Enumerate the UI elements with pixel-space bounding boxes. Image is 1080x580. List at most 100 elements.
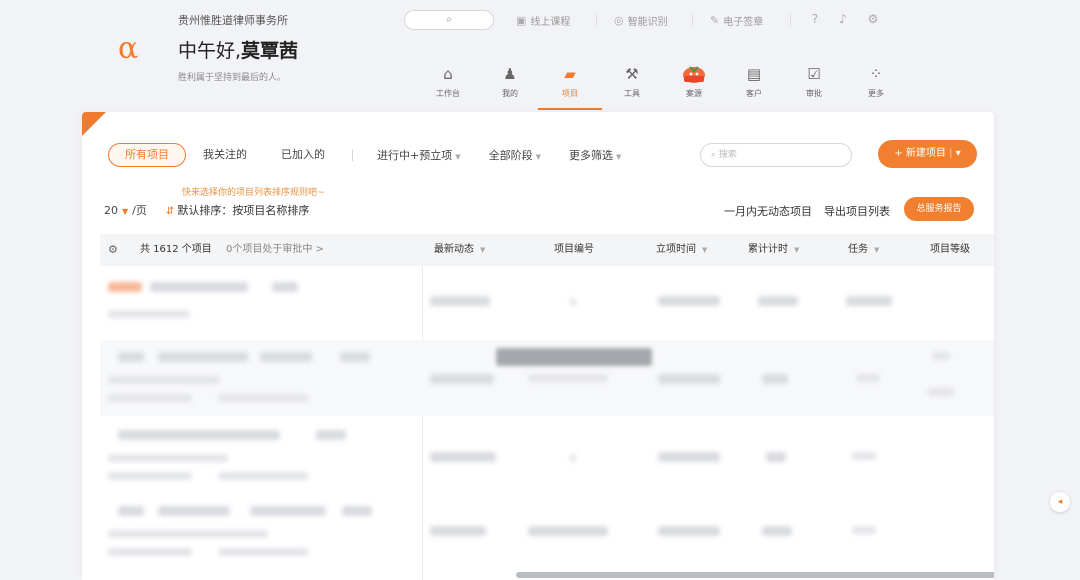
- top-bar: 贵州惟胜道律师事务所 α 中午好,莫覃茜 胜利属于坚持到最后的人。 ⌕ ▣ 线上…: [0, 0, 1080, 112]
- gear-icon: ⚙: [108, 243, 118, 256]
- blurred-text: [570, 298, 576, 306]
- blurred-text: [340, 352, 370, 362]
- tools-icon: ⚒: [625, 65, 639, 83]
- blurred-text: [218, 394, 308, 402]
- divider: [596, 14, 597, 26]
- blurred-text: [762, 374, 788, 384]
- col-label: 项目等级: [930, 244, 970, 255]
- no-activity-link[interactable]: 一月内无动态项目: [724, 203, 812, 219]
- col-label: 任务: [848, 244, 868, 255]
- blurred-text: [158, 506, 230, 516]
- nav-item-mine[interactable]: ♟ 我的: [486, 64, 534, 99]
- nav-label: 工具: [624, 89, 640, 98]
- tab-all-projects[interactable]: 所有项目: [108, 143, 186, 167]
- blurred-text: [316, 430, 346, 440]
- nav-item-projects[interactable]: ▰ 项目: [546, 64, 594, 99]
- motto: 胜利属于坚持到最后的人。: [178, 73, 287, 83]
- greeting-prefix: 中午好,: [178, 40, 242, 62]
- briefcase-icon: ▰: [564, 65, 576, 83]
- app-logo[interactable]: α: [118, 34, 138, 64]
- blurred-text: [766, 452, 786, 462]
- pending-approval-link[interactable]: 0个项目处于审批中 >: [226, 234, 324, 266]
- nav-item-clients[interactable]: ▤ 客户: [730, 64, 778, 99]
- col-total-time[interactable]: 累计计时 ▼: [748, 234, 799, 266]
- brain-icon: ◎: [614, 14, 624, 27]
- new-project-button[interactable]: + 新建项目 | ▾: [878, 140, 977, 168]
- blurred-text: [528, 374, 608, 382]
- nav-item-more[interactable]: ⁘ 更多: [852, 64, 900, 99]
- blurred-text: [852, 526, 876, 534]
- tab-joined[interactable]: 已加入的: [264, 143, 342, 167]
- blurred-text: [118, 506, 144, 516]
- corner-ribbon: [82, 112, 106, 136]
- divider: [692, 14, 693, 26]
- help-icon[interactable]: ?: [808, 12, 822, 26]
- export-link[interactable]: 导出项目列表: [824, 203, 890, 219]
- col-project-number: 项目编号: [554, 234, 594, 266]
- horizontal-scrollbar[interactable]: [516, 572, 994, 578]
- blurred-text: [158, 352, 248, 362]
- sort-caret-icon: ▼: [794, 246, 800, 254]
- project-list-card: 所有项目 我关注的 已加入的 进行中+预立项 ▼ 全部阶段 ▼ 更多筛选 ▼ ⌕ 搜索…: [82, 112, 994, 580]
- blurred-text: [108, 548, 192, 556]
- floating-action-button[interactable]: ◂: [1050, 492, 1070, 512]
- table-row[interactable]: [100, 492, 994, 572]
- nav-item-case-source[interactable]: 案源: [670, 64, 718, 99]
- stage-dropdown[interactable]: 全部阶段 ▼: [489, 147, 541, 163]
- util-smart-recognition[interactable]: ◎ 智能识别: [614, 13, 668, 28]
- bell-icon[interactable]: ♪: [836, 12, 850, 26]
- col-project-level: 项目等级: [930, 234, 970, 266]
- gear-icon[interactable]: ⚙: [866, 12, 880, 26]
- status-label: 进行中+预立项: [377, 149, 453, 162]
- nav-item-approval[interactable]: ☑ 审批: [790, 64, 838, 99]
- nav-item-tools[interactable]: ⚒ 工具: [608, 64, 656, 99]
- col-label: 立项时间: [656, 244, 696, 255]
- divider: [352, 149, 353, 161]
- table-row[interactable]: [100, 266, 994, 340]
- blurred-text: [762, 526, 792, 536]
- home-icon: ⌂: [443, 65, 453, 83]
- col-latest-activity[interactable]: 最新动态 ▼: [434, 234, 485, 266]
- nav-label: 项目: [562, 89, 578, 98]
- blurred-text: [528, 526, 608, 536]
- per-page-select[interactable]: 20 ▼/页: [104, 202, 147, 218]
- blurred-text: [758, 296, 798, 306]
- blurred-text: [108, 454, 228, 462]
- tab-followed[interactable]: 我关注的: [186, 143, 264, 167]
- blurred-text: [932, 352, 950, 360]
- project-search-input[interactable]: ⌕ 搜索: [700, 143, 852, 167]
- col-label: 项目编号: [554, 244, 594, 255]
- util-online-course[interactable]: ▣ 线上课程: [516, 13, 570, 28]
- util-e-signature[interactable]: ✎ 电子签章: [710, 13, 763, 28]
- more-filter-dropdown[interactable]: 更多筛选 ▼: [569, 147, 621, 163]
- blurred-text: [430, 296, 490, 306]
- nav-item-workbench[interactable]: ⌂ 工作台: [424, 64, 472, 99]
- grid-icon: ⁘: [869, 65, 883, 83]
- blurred-text: [108, 394, 192, 402]
- user-name: 莫覃茜: [241, 40, 299, 62]
- status-dropdown[interactable]: 进行中+预立项 ▼: [377, 147, 461, 163]
- table-row[interactable]: [100, 416, 994, 492]
- top-search-box[interactable]: ⌕: [404, 10, 494, 30]
- stage-label: 全部阶段: [488, 149, 533, 162]
- blurred-text: [118, 352, 144, 362]
- util-label: 智能识别: [627, 17, 668, 28]
- sort-caret-icon: ▼: [480, 246, 486, 254]
- sort-select[interactable]: ⇵ 默认排序：按项目名称排序: [166, 202, 309, 218]
- column-settings[interactable]: ⚙: [108, 234, 118, 266]
- util-label: 线上课程: [530, 17, 571, 28]
- search-icon: ⌕: [711, 150, 719, 160]
- blurred-text: [342, 506, 372, 516]
- new-project-label: + 新建项目: [894, 148, 946, 159]
- nav-label: 我的: [502, 89, 518, 98]
- user-icon: ♟: [503, 65, 517, 83]
- col-created-time[interactable]: 立项时间 ▼: [656, 234, 707, 266]
- chevron-down-icon: ▼: [535, 153, 541, 161]
- blurred-text: [570, 454, 576, 462]
- caret-down-icon: ▼: [122, 207, 129, 216]
- report-button[interactable]: 总服务报告: [904, 197, 974, 221]
- col-tasks[interactable]: 任务 ▼: [848, 234, 879, 266]
- blurred-text: [658, 526, 720, 536]
- per-page-value: 20: [104, 204, 118, 217]
- blurred-text: [658, 374, 720, 384]
